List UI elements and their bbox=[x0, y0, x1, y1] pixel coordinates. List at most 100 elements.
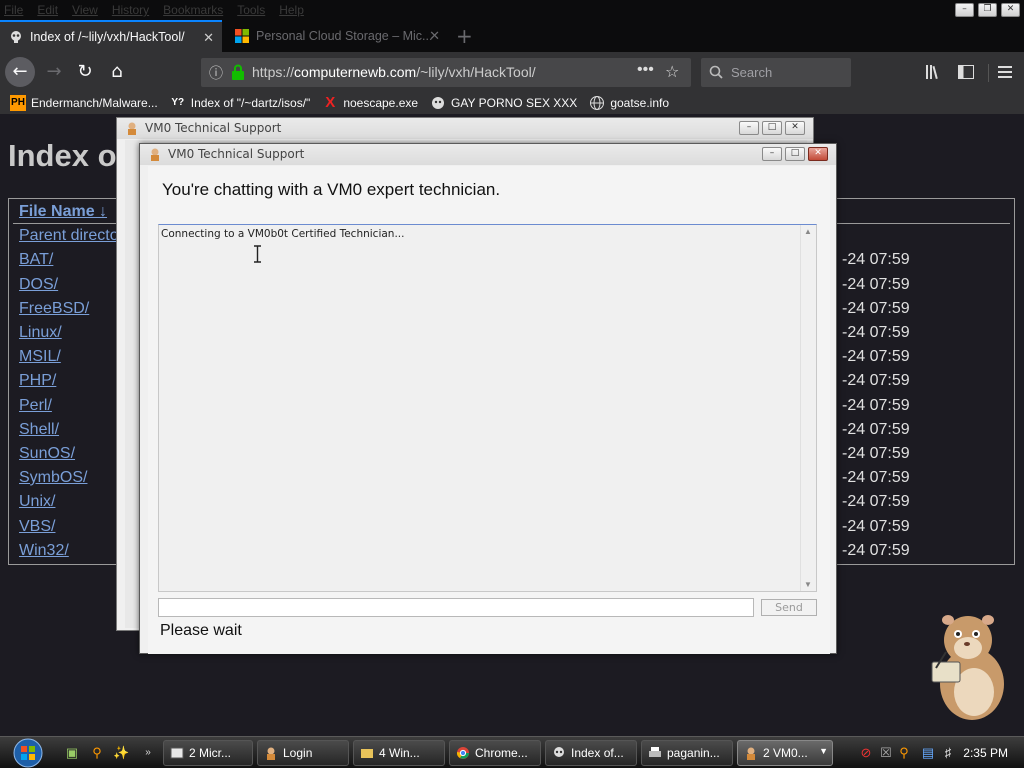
dropdown-arrow-icon: ▼ bbox=[819, 746, 828, 756]
file-link[interactable]: FreeBSD/ bbox=[19, 300, 89, 318]
printer-icon bbox=[649, 747, 661, 757]
tab-personal-cloud[interactable]: Personal Cloud Storage – Mic... ✕ bbox=[226, 20, 448, 52]
dialog-maximize-button[interactable]: □ bbox=[785, 147, 805, 161]
bookmark-endermanch[interactable]: PH Endermanch/Malware... bbox=[10, 95, 158, 111]
file-link[interactable]: Parent directo bbox=[19, 227, 119, 245]
network-icon[interactable]: ▤ bbox=[920, 745, 936, 761]
network-disconnected-icon[interactable]: ☒ bbox=[878, 745, 894, 761]
bookmark-star-icon[interactable]: ☆ bbox=[665, 62, 679, 81]
reload-button[interactable]: ↻ bbox=[71, 58, 99, 86]
user-icon bbox=[747, 747, 755, 760]
message-input[interactable] bbox=[158, 598, 754, 617]
ph-icon: PH bbox=[10, 95, 26, 111]
dialog-maximize-button[interactable]: □ bbox=[762, 121, 782, 135]
file-date: -24 07:59 bbox=[842, 276, 910, 293]
file-link[interactable]: Shell/ bbox=[19, 421, 59, 439]
bookmark-goatse[interactable]: goatse.info bbox=[589, 95, 669, 111]
file-link[interactable]: VBS/ bbox=[19, 518, 55, 536]
bookmark-gay[interactable]: GAY PORNO SEX XXX bbox=[430, 95, 577, 111]
dialog-titlebar[interactable]: VM0 Technical Support bbox=[117, 118, 813, 139]
quicklaunch-tool-icon[interactable]: ✨ bbox=[113, 745, 129, 761]
info-icon[interactable]: ⓘ bbox=[209, 63, 223, 83]
url-bar[interactable]: ⓘ https://computernewb.com/~lily/vxh/Hac… bbox=[201, 58, 691, 87]
taskbar-button[interactable]: 2 Micr... bbox=[163, 740, 253, 766]
menu-file[interactable]: File bbox=[4, 3, 23, 17]
library-icon[interactable] bbox=[925, 64, 943, 80]
file-link[interactable]: Unix/ bbox=[19, 493, 55, 511]
quicklaunch-search-icon[interactable]: ⚲ bbox=[89, 745, 105, 761]
tab-bar: Index of /~lily/vxh/HackTool/ ✕ Personal… bbox=[0, 20, 1024, 52]
menu-help[interactable]: Help bbox=[279, 3, 304, 17]
forward-button[interactable]: → bbox=[40, 58, 68, 86]
menu-tools[interactable]: Tools bbox=[237, 3, 265, 17]
file-link[interactable]: Linux/ bbox=[19, 324, 62, 342]
column-header-file-name[interactable]: File Name ↓ bbox=[19, 203, 107, 221]
page-actions-icon[interactable]: ••• bbox=[637, 61, 654, 79]
security-alert-icon[interactable]: ⊘ bbox=[858, 745, 874, 761]
volume-muted-icon[interactable]: ♯ bbox=[940, 745, 956, 761]
file-link[interactable]: PHP/ bbox=[19, 372, 56, 390]
tab-title: Personal Cloud Storage – Mic... bbox=[256, 29, 433, 43]
file-link[interactable]: SunOS/ bbox=[19, 445, 75, 463]
taskbar-button-active[interactable]: 2 VM0... ▼ bbox=[737, 740, 833, 766]
dialog-minimize-button[interactable]: – bbox=[739, 121, 759, 135]
file-link[interactable]: MSIL/ bbox=[19, 348, 61, 366]
bookmark-dartz-isos[interactable]: Y? Index of "/~dartz/isos/" bbox=[170, 95, 310, 111]
menu-view[interactable]: View bbox=[72, 3, 98, 17]
yp-icon: Y? bbox=[171, 97, 185, 108]
close-window-button[interactable]: ✕ bbox=[1001, 3, 1020, 17]
file-date: -24 07:59 bbox=[842, 469, 910, 486]
menu-bookmarks[interactable]: Bookmarks bbox=[163, 3, 223, 17]
window-icon bbox=[170, 747, 184, 759]
tab-title: Index of /~lily/vxh/HackTool/ bbox=[30, 30, 185, 44]
file-link[interactable]: Win32/ bbox=[19, 542, 69, 560]
chat-log[interactable]: Connecting to a VM0b0t Certified Technic… bbox=[158, 224, 817, 592]
search-bar[interactable]: Search bbox=[701, 58, 851, 87]
taskbar-button[interactable]: Chrome... bbox=[449, 740, 541, 766]
file-link[interactable]: Perl/ bbox=[19, 397, 52, 415]
lock-icon bbox=[232, 64, 244, 80]
minimize-button[interactable]: – bbox=[955, 3, 974, 17]
bookmark-noescape[interactable]: X noescape.exe bbox=[322, 95, 418, 111]
menu-edit[interactable]: Edit bbox=[37, 3, 58, 17]
close-tab-icon[interactable]: ✕ bbox=[429, 28, 440, 44]
bookmark-label: GAY PORNO SEX XXX bbox=[451, 96, 578, 110]
tech-support-chat-dialog[interactable]: VM0 Technical Support – □ ✕ You're chatt… bbox=[139, 143, 837, 654]
sidebar-icon[interactable] bbox=[958, 65, 974, 79]
file-link[interactable]: DOS/ bbox=[19, 276, 58, 294]
file-link[interactable]: SymbOS/ bbox=[19, 469, 87, 487]
text-cursor-icon bbox=[253, 245, 262, 263]
close-tab-icon[interactable]: ✕ bbox=[203, 30, 214, 46]
scroll-up-icon[interactable]: ▲ bbox=[804, 227, 812, 236]
start-button[interactable] bbox=[8, 737, 48, 768]
clock[interactable]: 2:35 PM bbox=[963, 746, 1008, 760]
system-tray: ⊘ ☒ ⚲ ▤ ♯ 2:35 PM bbox=[852, 737, 1024, 768]
divider bbox=[988, 64, 989, 82]
taskbar-button[interactable]: Index of... bbox=[545, 740, 637, 766]
taskbar-button[interactable]: paganin... bbox=[641, 740, 733, 766]
restore-button[interactable]: ❐ bbox=[978, 3, 997, 17]
taskbar-button[interactable]: 4 Win... bbox=[353, 740, 445, 766]
search-tray-icon[interactable]: ⚲ bbox=[896, 745, 912, 761]
tab-index-of[interactable]: Index of /~lily/vxh/HackTool/ ✕ bbox=[0, 20, 222, 52]
menu-bar: File Edit View History Bookmarks Tools H… bbox=[0, 0, 1024, 20]
menu-history[interactable]: History bbox=[112, 3, 149, 17]
home-button[interactable]: ⌂ bbox=[103, 58, 131, 86]
back-button[interactable]: ← bbox=[5, 57, 35, 87]
file-link[interactable]: BAT/ bbox=[19, 251, 53, 269]
dialog-title: VM0 Technical Support bbox=[168, 147, 305, 161]
dialog-minimize-button[interactable]: – bbox=[762, 147, 782, 161]
quicklaunch-more-icon[interactable]: » bbox=[140, 745, 156, 761]
chrome-icon bbox=[456, 747, 469, 759]
dialog-close-button[interactable]: ✕ bbox=[785, 121, 805, 135]
taskbar-button[interactable]: Login bbox=[257, 740, 349, 766]
dialog-titlebar[interactable]: VM0 Technical Support bbox=[140, 144, 836, 165]
scroll-down-icon[interactable]: ▼ bbox=[804, 580, 812, 589]
new-tab-button[interactable]: + bbox=[456, 24, 473, 48]
dialog-close-button[interactable]: ✕ bbox=[808, 147, 828, 161]
quicklaunch-app-icon[interactable]: ▣ bbox=[64, 745, 80, 761]
send-button[interactable]: Send bbox=[761, 599, 817, 616]
chat-scrollbar[interactable]: ▲ ▼ bbox=[800, 225, 816, 591]
bookmark-label: Endermanch/Malware... bbox=[31, 96, 158, 110]
hamburger-menu-icon[interactable] bbox=[998, 65, 1012, 79]
